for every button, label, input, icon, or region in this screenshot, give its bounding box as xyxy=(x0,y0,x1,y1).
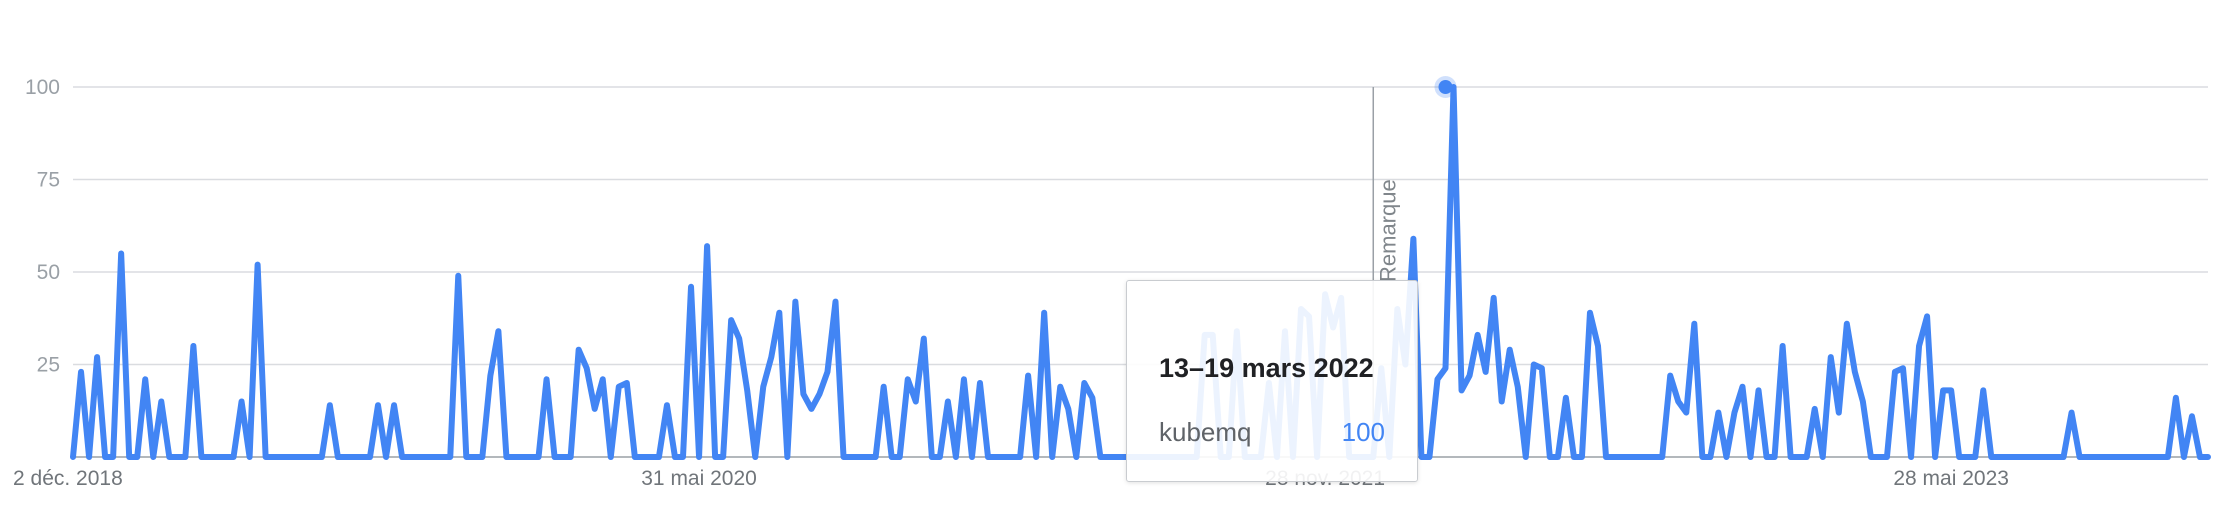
y-tick-label: 75 xyxy=(37,169,60,192)
y-tick-label: 100 xyxy=(25,76,60,99)
y-tick-label: 25 xyxy=(37,354,60,377)
tooltip-term: kubemq xyxy=(1159,417,1252,447)
highlight-point xyxy=(1438,80,1453,94)
chart-tooltip: 13–19 mars 2022 kubemq 100 xyxy=(1126,280,1418,482)
interest-over-time-chart: 255075100 2 déc. 201831 mai 202028 nov. … xyxy=(13,76,2211,490)
annotation-label: Remarque xyxy=(1375,179,1400,282)
x-tick-label: 28 mai 2023 xyxy=(1893,467,2009,490)
x-tick-label: 31 mai 2020 xyxy=(641,467,757,490)
y-axis: 25 50 75 100 xyxy=(25,76,60,377)
x-axis: 2 déc. 201831 mai 202028 nov. 202128 mai… xyxy=(13,467,2009,490)
tooltip-date: 13–19 mars 2022 xyxy=(1159,353,1374,383)
data-points[interactable] xyxy=(1434,76,1457,98)
tooltip-value: 100 xyxy=(1341,417,1385,447)
y-tick-label: 50 xyxy=(37,261,60,284)
x-tick-label: 2 déc. 2018 xyxy=(13,467,123,490)
